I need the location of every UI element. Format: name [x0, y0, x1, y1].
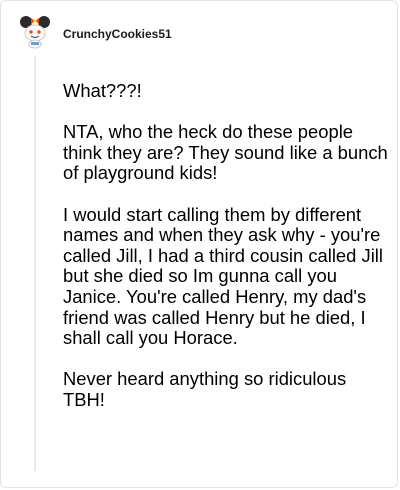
reddit-snoo-avatar-icon[interactable] [17, 13, 53, 49]
comment-paragraph: NTA, who the heck do these people think … [63, 121, 388, 184]
thread-line[interactable] [34, 56, 36, 471]
comment-card: CrunchyCookies51 What???! NTA, who the h… [0, 0, 398, 488]
comment-paragraph: What???! [63, 80, 142, 101]
comment-paragraph: I would start calling them by different … [63, 203, 383, 349]
comment-username[interactable]: CrunchyCookies51 [63, 27, 172, 41]
comment-paragraph: Never heard anything so ridiculous TBH! [63, 368, 347, 410]
comment-body: What???! NTA, who the heck do these peop… [63, 80, 388, 431]
